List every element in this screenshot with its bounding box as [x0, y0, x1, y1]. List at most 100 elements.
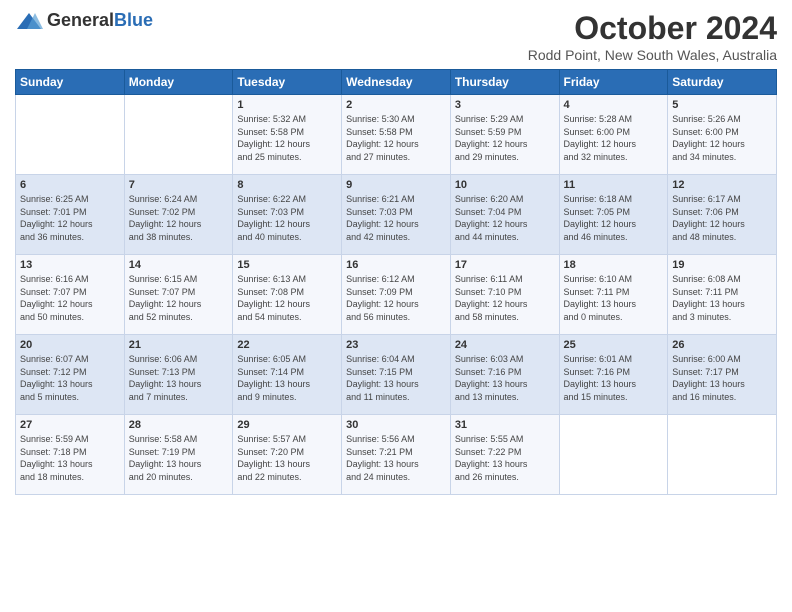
calendar-cell: 22 Sunrise: 6:05 AM Sunset: 7:14 PM Dayli…	[233, 335, 342, 415]
calendar-cell	[559, 415, 668, 495]
day-info: Sunrise: 6:24 AM Sunset: 7:02 PM Dayligh…	[129, 193, 229, 243]
day-info: Sunrise: 5:57 AM Sunset: 7:20 PM Dayligh…	[237, 433, 337, 483]
day-number: 17	[455, 259, 555, 271]
header-friday: Friday	[559, 70, 668, 95]
day-info: Sunrise: 6:22 AM Sunset: 7:03 PM Dayligh…	[237, 193, 337, 243]
calendar-cell: 18 Sunrise: 6:10 AM Sunset: 7:11 PM Dayli…	[559, 255, 668, 335]
calendar-cell: 20Sunrise: 6:07 AM Sunset: 7:12 PM Dayli…	[16, 335, 125, 415]
day-info: Sunrise: 6:16 AM Sunset: 7:07 PM Dayligh…	[20, 273, 120, 323]
day-info: Sunrise: 6:03 AM Sunset: 7:16 PM Dayligh…	[455, 353, 555, 403]
day-number: 25	[564, 339, 664, 351]
day-number: 23	[346, 339, 446, 351]
calendar-cell: 17 Sunrise: 6:11 AM Sunset: 7:10 PM Dayli…	[450, 255, 559, 335]
calendar-cell: 5Sunrise: 5:26 AM Sunset: 6:00 PM Daylig…	[668, 95, 777, 175]
calendar-cell: 10 Sunrise: 6:20 AM Sunset: 7:04 PM Dayli…	[450, 175, 559, 255]
calendar-table: Sunday Monday Tuesday Wednesday Thursday…	[15, 69, 777, 495]
calendar-cell: 6 Sunrise: 6:25 AM Sunset: 7:01 PM Daylig…	[16, 175, 125, 255]
header-monday: Monday	[124, 70, 233, 95]
calendar-cell: 3 Sunrise: 5:29 AM Sunset: 5:59 PM Daylig…	[450, 95, 559, 175]
day-info: Sunrise: 5:32 AM Sunset: 5:58 PM Dayligh…	[237, 113, 337, 163]
day-info: Sunrise: 6:04 AM Sunset: 7:15 PM Dayligh…	[346, 353, 446, 403]
title-block: October 2024 Rodd Point, New South Wales…	[528, 10, 777, 63]
day-number: 30	[346, 419, 446, 431]
day-info: Sunrise: 6:06 AM Sunset: 7:13 PM Dayligh…	[129, 353, 229, 403]
day-number: 1	[237, 99, 337, 111]
day-info: Sunrise: 6:10 AM Sunset: 7:11 PM Dayligh…	[564, 273, 664, 323]
day-number: 20	[20, 339, 120, 351]
header-tuesday: Tuesday	[233, 70, 342, 95]
day-number: 27	[20, 419, 120, 431]
day-number: 7	[129, 179, 229, 191]
calendar-cell: 12 Sunrise: 6:17 AM Sunset: 7:06 PM Dayli…	[668, 175, 777, 255]
day-number: 21	[129, 339, 229, 351]
day-info: Sunrise: 6:20 AM Sunset: 7:04 PM Dayligh…	[455, 193, 555, 243]
day-number: 29	[237, 419, 337, 431]
day-info: Sunrise: 6:15 AM Sunset: 7:07 PM Dayligh…	[129, 273, 229, 323]
header-sunday: Sunday	[16, 70, 125, 95]
day-number: 8	[237, 179, 337, 191]
calendar-cell: 9 Sunrise: 6:21 AM Sunset: 7:03 PM Daylig…	[342, 175, 451, 255]
day-number: 2	[346, 99, 446, 111]
calendar-cell: 28 Sunrise: 5:58 AM Sunset: 7:19 PM Dayli…	[124, 415, 233, 495]
month-title: October 2024	[528, 10, 777, 47]
day-info: Sunrise: 6:05 AM Sunset: 7:14 PM Dayligh…	[237, 353, 337, 403]
calendar-cell: 30 Sunrise: 5:56 AM Sunset: 7:21 PM Dayli…	[342, 415, 451, 495]
calendar-cell: 13 Sunrise: 6:16 AM Sunset: 7:07 PM Dayli…	[16, 255, 125, 335]
day-number: 9	[346, 179, 446, 191]
calendar-cell: 25Sunrise: 6:01 AM Sunset: 7:16 PM Dayli…	[559, 335, 668, 415]
header-saturday: Saturday	[668, 70, 777, 95]
calendar-cell: 27 Sunrise: 5:59 AM Sunset: 7:18 PM Dayli…	[16, 415, 125, 495]
calendar-cell: 4Sunrise: 5:28 AM Sunset: 6:00 PM Daylig…	[559, 95, 668, 175]
day-number: 28	[129, 419, 229, 431]
day-number: 11	[564, 179, 664, 191]
logo-general: General	[47, 10, 114, 30]
day-info: Sunrise: 6:21 AM Sunset: 7:03 PM Dayligh…	[346, 193, 446, 243]
logo-blue: Blue	[114, 10, 153, 30]
day-info: Sunrise: 6:17 AM Sunset: 7:06 PM Dayligh…	[672, 193, 772, 243]
day-number: 19	[672, 259, 772, 271]
day-info: Sunrise: 6:13 AM Sunset: 7:08 PM Dayligh…	[237, 273, 337, 323]
day-number: 5	[672, 99, 772, 111]
day-number: 3	[455, 99, 555, 111]
day-number: 26	[672, 339, 772, 351]
day-info: Sunrise: 6:08 AM Sunset: 7:11 PM Dayligh…	[672, 273, 772, 323]
calendar-cell: 15 Sunrise: 6:13 AM Sunset: 7:08 PM Dayli…	[233, 255, 342, 335]
day-number: 10	[455, 179, 555, 191]
calendar-cell: 14Sunrise: 6:15 AM Sunset: 7:07 PM Dayli…	[124, 255, 233, 335]
day-number: 31	[455, 419, 555, 431]
calendar-cell	[668, 415, 777, 495]
day-info: Sunrise: 5:29 AM Sunset: 5:59 PM Dayligh…	[455, 113, 555, 163]
header-thursday: Thursday	[450, 70, 559, 95]
day-info: Sunrise: 6:11 AM Sunset: 7:10 PM Dayligh…	[455, 273, 555, 323]
day-info: Sunrise: 6:25 AM Sunset: 7:01 PM Dayligh…	[20, 193, 120, 243]
calendar-header: Sunday Monday Tuesday Wednesday Thursday…	[16, 70, 777, 95]
calendar-cell: 16Sunrise: 6:12 AM Sunset: 7:09 PM Dayli…	[342, 255, 451, 335]
day-info: Sunrise: 6:18 AM Sunset: 7:05 PM Dayligh…	[564, 193, 664, 243]
calendar-cell: 21 Sunrise: 6:06 AM Sunset: 7:13 PM Dayli…	[124, 335, 233, 415]
day-info: Sunrise: 6:12 AM Sunset: 7:09 PM Dayligh…	[346, 273, 446, 323]
day-number: 22	[237, 339, 337, 351]
logo-icon	[15, 11, 43, 31]
day-number: 12	[672, 179, 772, 191]
day-info: Sunrise: 5:28 AM Sunset: 6:00 PM Dayligh…	[564, 113, 664, 163]
day-number: 15	[237, 259, 337, 271]
day-info: Sunrise: 5:56 AM Sunset: 7:21 PM Dayligh…	[346, 433, 446, 483]
day-info: Sunrise: 5:30 AM Sunset: 5:58 PM Dayligh…	[346, 113, 446, 163]
day-number: 18	[564, 259, 664, 271]
calendar-cell	[124, 95, 233, 175]
page-header: GeneralBlue October 2024 Rodd Point, New…	[15, 10, 777, 63]
day-info: Sunrise: 5:59 AM Sunset: 7:18 PM Dayligh…	[20, 433, 120, 483]
location-title: Rodd Point, New South Wales, Australia	[528, 47, 777, 63]
calendar-cell: 26Sunrise: 6:00 AM Sunset: 7:17 PM Dayli…	[668, 335, 777, 415]
calendar-cell: 1 Sunrise: 5:32 AM Sunset: 5:58 PM Daylig…	[233, 95, 342, 175]
calendar-cell: 19 Sunrise: 6:08 AM Sunset: 7:11 PM Dayli…	[668, 255, 777, 335]
calendar-cell: 8 Sunrise: 6:22 AM Sunset: 7:03 PM Daylig…	[233, 175, 342, 255]
day-number: 6	[20, 179, 120, 191]
day-info: Sunrise: 5:58 AM Sunset: 7:19 PM Dayligh…	[129, 433, 229, 483]
day-info: Sunrise: 5:55 AM Sunset: 7:22 PM Dayligh…	[455, 433, 555, 483]
day-number: 13	[20, 259, 120, 271]
calendar-cell: 7 Sunrise: 6:24 AM Sunset: 7:02 PM Daylig…	[124, 175, 233, 255]
calendar-cell: 31 Sunrise: 5:55 AM Sunset: 7:22 PM Dayli…	[450, 415, 559, 495]
calendar-cell: 2 Sunrise: 5:30 AM Sunset: 5:58 PM Daylig…	[342, 95, 451, 175]
logo: GeneralBlue	[15, 10, 153, 31]
